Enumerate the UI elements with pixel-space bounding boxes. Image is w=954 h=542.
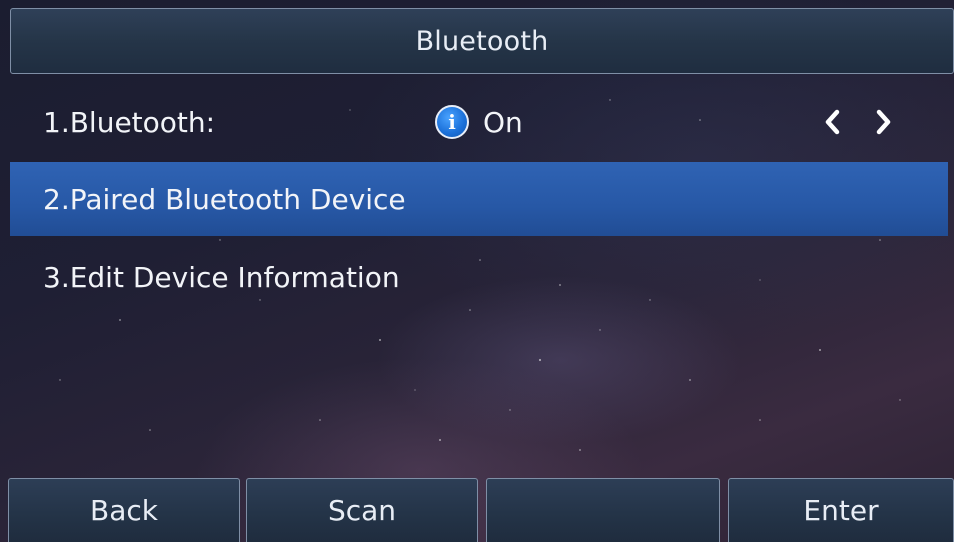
title-bar: Bluetooth bbox=[10, 8, 954, 74]
value-switcher bbox=[817, 85, 899, 159]
info-icon: i bbox=[435, 105, 469, 139]
enter-button[interactable]: Enter bbox=[728, 478, 954, 542]
chevron-right-icon[interactable] bbox=[869, 102, 899, 142]
scan-button[interactable]: Scan bbox=[246, 478, 478, 542]
chevron-left-icon[interactable] bbox=[817, 102, 847, 142]
empty-softkey[interactable] bbox=[486, 478, 720, 542]
back-button[interactable]: Back bbox=[8, 478, 240, 542]
menu-item-label: 2.Paired Bluetooth Device bbox=[43, 182, 406, 216]
menu-item-edit-device-info[interactable]: 3.Edit Device Information bbox=[10, 240, 948, 314]
phone-screen: Bluetooth 1.Bluetooth: i On 2.Paired Blu… bbox=[0, 0, 954, 542]
bluetooth-value: i On bbox=[435, 85, 523, 159]
menu-item-paired-device[interactable]: 2.Paired Bluetooth Device bbox=[10, 162, 948, 236]
menu-item-label: 1.Bluetooth: bbox=[43, 105, 216, 139]
bluetooth-status-value: On bbox=[483, 105, 523, 139]
menu-item-bluetooth[interactable]: 1.Bluetooth: i On bbox=[10, 85, 948, 159]
menu-item-label: 3.Edit Device Information bbox=[43, 260, 400, 294]
page-title: Bluetooth bbox=[415, 25, 549, 57]
